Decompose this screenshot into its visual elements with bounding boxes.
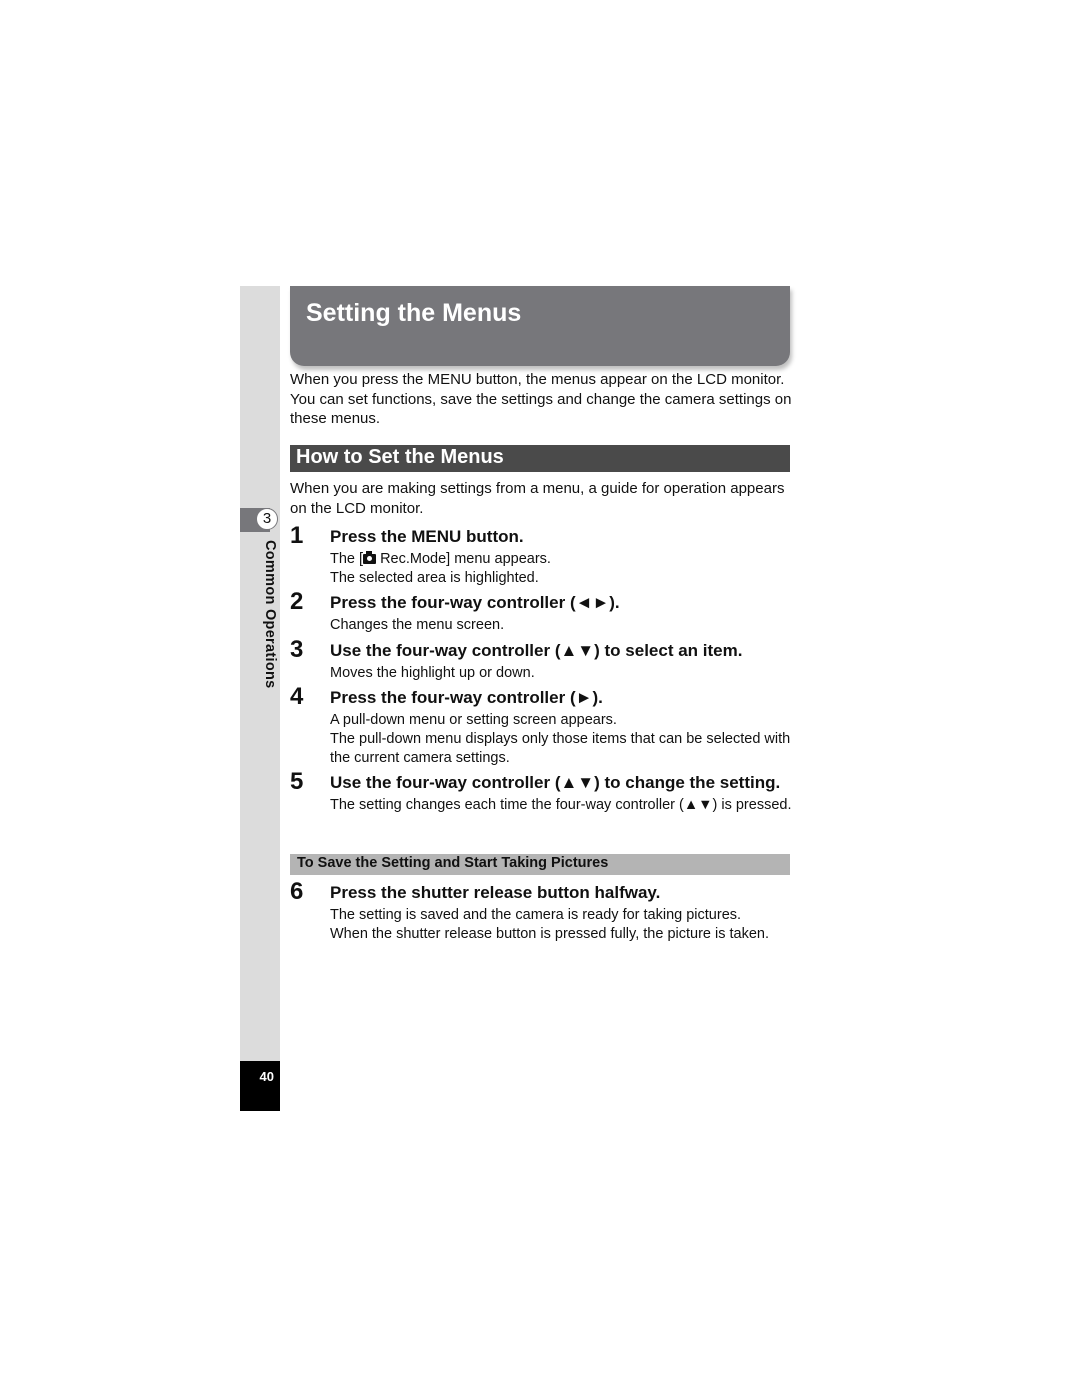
chapter-label: Common Operations — [262, 540, 278, 689]
desc-text: The [ — [330, 551, 364, 567]
desc-text: The selected area is highlighted. — [330, 569, 539, 586]
step-description: A pull-down menu or setting screen appea… — [330, 711, 795, 767]
step-number: 4 — [290, 683, 304, 710]
step-heading: Press the four-way controller (►). — [330, 688, 603, 707]
desc-text: The pull-down menu displays only those i… — [330, 730, 791, 766]
step-description: The setting is saved and the camera is r… — [330, 906, 795, 944]
step-number: 6 — [290, 878, 304, 905]
desc-text: A pull-down menu or setting screen appea… — [330, 712, 617, 728]
desc-text: The setting is saved and the camera is r… — [330, 907, 742, 923]
step-number: 5 — [290, 768, 304, 795]
step-description: Changes the menu screen. — [330, 617, 505, 633]
section-header: How to Set the Menus — [290, 445, 790, 472]
chapter-number: 3 — [256, 508, 278, 530]
intro-paragraph: When you press the MENU button, the menu… — [290, 371, 792, 427]
step-heading: Use the four-way controller (▲▼) to chan… — [330, 773, 781, 792]
step-heading: Press the shutter release button halfway… — [330, 883, 661, 902]
desc-text: Rec.Mode] menu appears. — [376, 551, 551, 567]
guide-paragraph: When you are making settings from a menu… — [290, 480, 785, 517]
step-heading: Press the MENU button. — [330, 527, 524, 546]
step-description: Moves the highlight up or down. — [330, 665, 535, 681]
step-number: 2 — [290, 588, 304, 615]
camera-icon — [363, 551, 377, 564]
page-title: Setting the Menus — [306, 299, 522, 327]
step-description: The [ Rec.Mode] menu appears. The select… — [330, 550, 795, 588]
page-number: 40 — [259, 1069, 274, 1084]
step-heading: Press the four-way controller (◄►). — [330, 593, 620, 612]
section-title: How to Set the Menus — [296, 446, 504, 468]
title-banner: Setting the Menus — [290, 286, 790, 366]
step-number: 3 — [290, 636, 304, 663]
subsection-title: To Save the Setting and Start Taking Pic… — [297, 855, 609, 871]
step-heading: Use the four-way controller (▲▼) to sele… — [330, 641, 743, 660]
step-description: The setting changes each time the four-w… — [330, 797, 792, 813]
page-number-box: 40 — [240, 1061, 280, 1111]
desc-text: When the shutter release button is press… — [330, 925, 769, 942]
subsection-header: To Save the Setting and Start Taking Pic… — [290, 854, 790, 875]
step-number: 1 — [290, 522, 304, 549]
